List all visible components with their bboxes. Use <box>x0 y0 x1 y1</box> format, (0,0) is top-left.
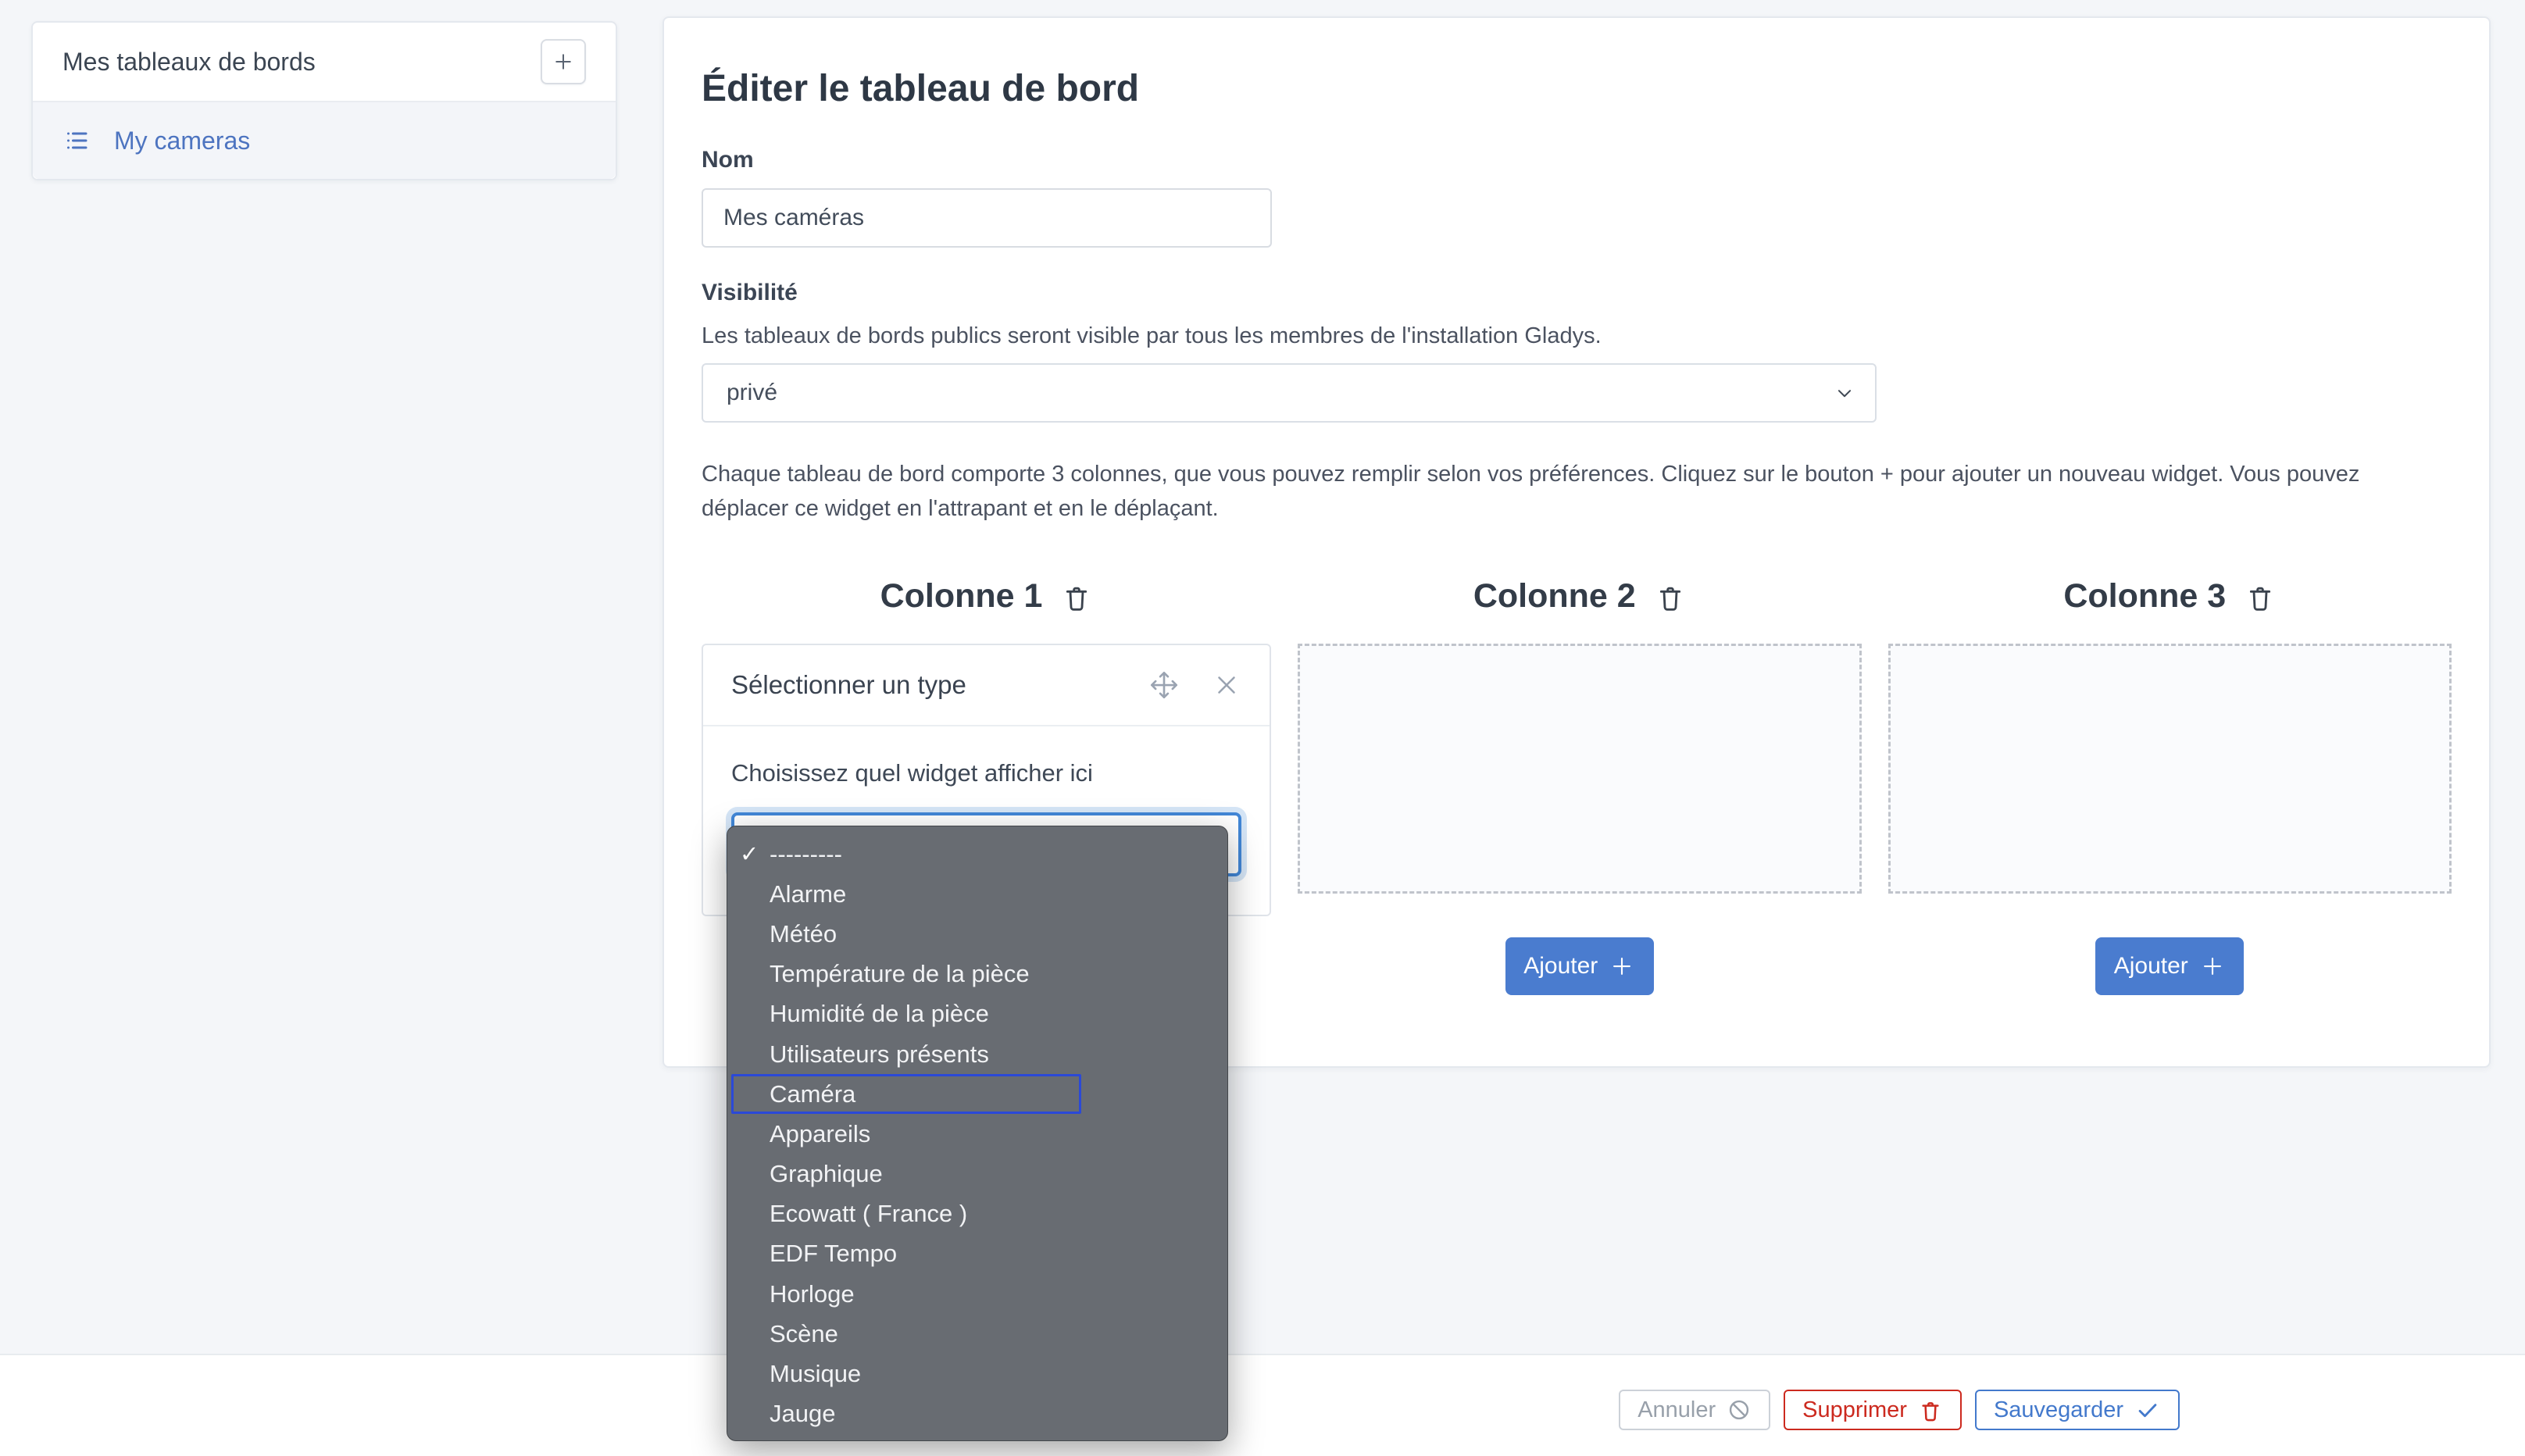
dashboards-sidebar-header: Mes tableaux de bords <box>33 23 616 101</box>
footer-actions: Annuler Supprimer Sauvegarder <box>1619 1390 2180 1430</box>
name-label: Nom <box>702 146 2452 174</box>
columns-help-text: Chaque tableau de bord comporte 3 colonn… <box>702 457 2452 526</box>
save-button[interactable]: Sauvegarder <box>1975 1390 2180 1430</box>
trash-icon <box>1918 1397 1943 1422</box>
add-dashboard-button[interactable] <box>541 39 586 84</box>
check-icon <box>2134 1397 2161 1423</box>
dropdown-option[interactable]: ✓ --------- <box>727 834 1227 874</box>
sidebar-item-label: My cameras <box>114 127 250 155</box>
widget-picker-header-icons <box>1148 669 1241 701</box>
column-1-header: Colonne 1 <box>702 577 1271 616</box>
column-2-title: Colonne 2 <box>1473 577 1636 616</box>
dropdown-option[interactable]: Température de la pièce <box>727 955 1227 994</box>
column-3-header: Colonne 3 <box>1888 577 2452 616</box>
edit-dashboard-card: Éditer le tableau de bord Nom Visibilité… <box>662 16 2491 1068</box>
delete-button[interactable]: Supprimer <box>1784 1390 1962 1430</box>
dropdown-option[interactable]: Scène <box>727 1314 1227 1354</box>
plus-icon <box>2199 953 2226 980</box>
column-2-dropzone[interactable] <box>1298 644 1862 894</box>
dropdown-option[interactable]: Météo <box>727 914 1227 954</box>
dropdown-option[interactable]: Horloge <box>727 1274 1227 1314</box>
column-2-header: Colonne 2 <box>1298 577 1862 616</box>
column-3-title: Colonne 3 <box>2063 577 2226 616</box>
column-3: Colonne 3 Ajouter <box>1888 577 2452 995</box>
column-1-title: Colonne 1 <box>880 577 1043 616</box>
visibility-select-value: privé <box>727 380 777 406</box>
dashboards-sidebar: Mes tableaux de bords My cameras <box>31 21 617 180</box>
dropdown-option[interactable]: Ecowatt ( France ) <box>727 1194 1227 1234</box>
visibility-select[interactable]: privé <box>702 363 1877 423</box>
dropdown-option[interactable]: Humidité de la pièce <box>727 994 1227 1034</box>
dashboard-name-input[interactable] <box>702 188 1272 248</box>
columns-row: Colonne 1 Sélectionner un type Choisisse… <box>702 577 2452 995</box>
trash-icon[interactable] <box>2245 581 2276 612</box>
dropdown-option[interactable]: Graphique <box>727 1154 1227 1194</box>
arrows-move-icon[interactable] <box>1148 669 1180 701</box>
footer-action-bar: Annuler Supprimer Sauvegarder <box>0 1354 2525 1456</box>
widget-type-dropdown: ✓ --------- Alarme Météo Température de … <box>727 826 1228 1441</box>
column-2: Colonne 2 Ajouter <box>1298 577 1862 995</box>
check-icon: ✓ <box>740 840 770 868</box>
ban-icon <box>1727 1397 1752 1422</box>
dropdown-option[interactable]: Alarme <box>727 874 1227 914</box>
cancel-button[interactable]: Annuler <box>1619 1390 1770 1430</box>
close-icon[interactable] <box>1212 670 1241 700</box>
add-widget-button-column-2[interactable]: Ajouter <box>1505 937 1654 995</box>
list-icon <box>62 127 91 155</box>
page-title: Éditer le tableau de bord <box>702 66 2452 112</box>
dropdown-option-focused[interactable]: Caméra <box>731 1074 1081 1114</box>
dashboards-sidebar-title: Mes tableaux de bords <box>62 48 316 77</box>
widget-picker-header: Sélectionner un type <box>703 645 1270 726</box>
widget-picker-title: Sélectionner un type <box>731 670 1148 700</box>
widget-picker-body: Choisissez quel widget afficher ici ✓ --… <box>703 726 1270 905</box>
plus-icon <box>552 50 575 73</box>
widget-picker-prompt: Choisissez quel widget afficher ici <box>731 758 1241 789</box>
column-3-dropzone[interactable] <box>1888 644 2452 894</box>
trash-icon[interactable] <box>1655 581 1686 612</box>
dropdown-option[interactable]: EDF Tempo <box>727 1234 1227 1274</box>
sidebar-item-my-cameras[interactable]: My cameras <box>33 101 616 179</box>
dropdown-option[interactable]: Appareils <box>727 1114 1227 1154</box>
dropdown-option[interactable]: Jauge <box>727 1394 1227 1434</box>
trash-icon[interactable] <box>1061 581 1092 612</box>
chevron-down-icon <box>1831 380 1858 406</box>
spacer <box>702 248 2452 279</box>
visibility-label: Visibilité <box>702 279 2452 307</box>
column-1: Colonne 1 Sélectionner un type Choisisse… <box>702 577 1271 995</box>
plus-icon <box>1609 953 1635 980</box>
dropdown-option[interactable]: Utilisateurs présents <box>727 1034 1227 1074</box>
dropdown-option[interactable]: Musique <box>727 1354 1227 1394</box>
add-widget-button-column-3[interactable]: Ajouter <box>2095 937 2244 995</box>
widget-picker-card: Sélectionner un type Choisissez quel wid… <box>702 644 1271 916</box>
visibility-help-text: Les tableaux de bords publics seront vis… <box>702 321 2452 351</box>
widget-type-select-anchor: ✓ --------- Alarme Météo Température de … <box>731 812 1241 876</box>
